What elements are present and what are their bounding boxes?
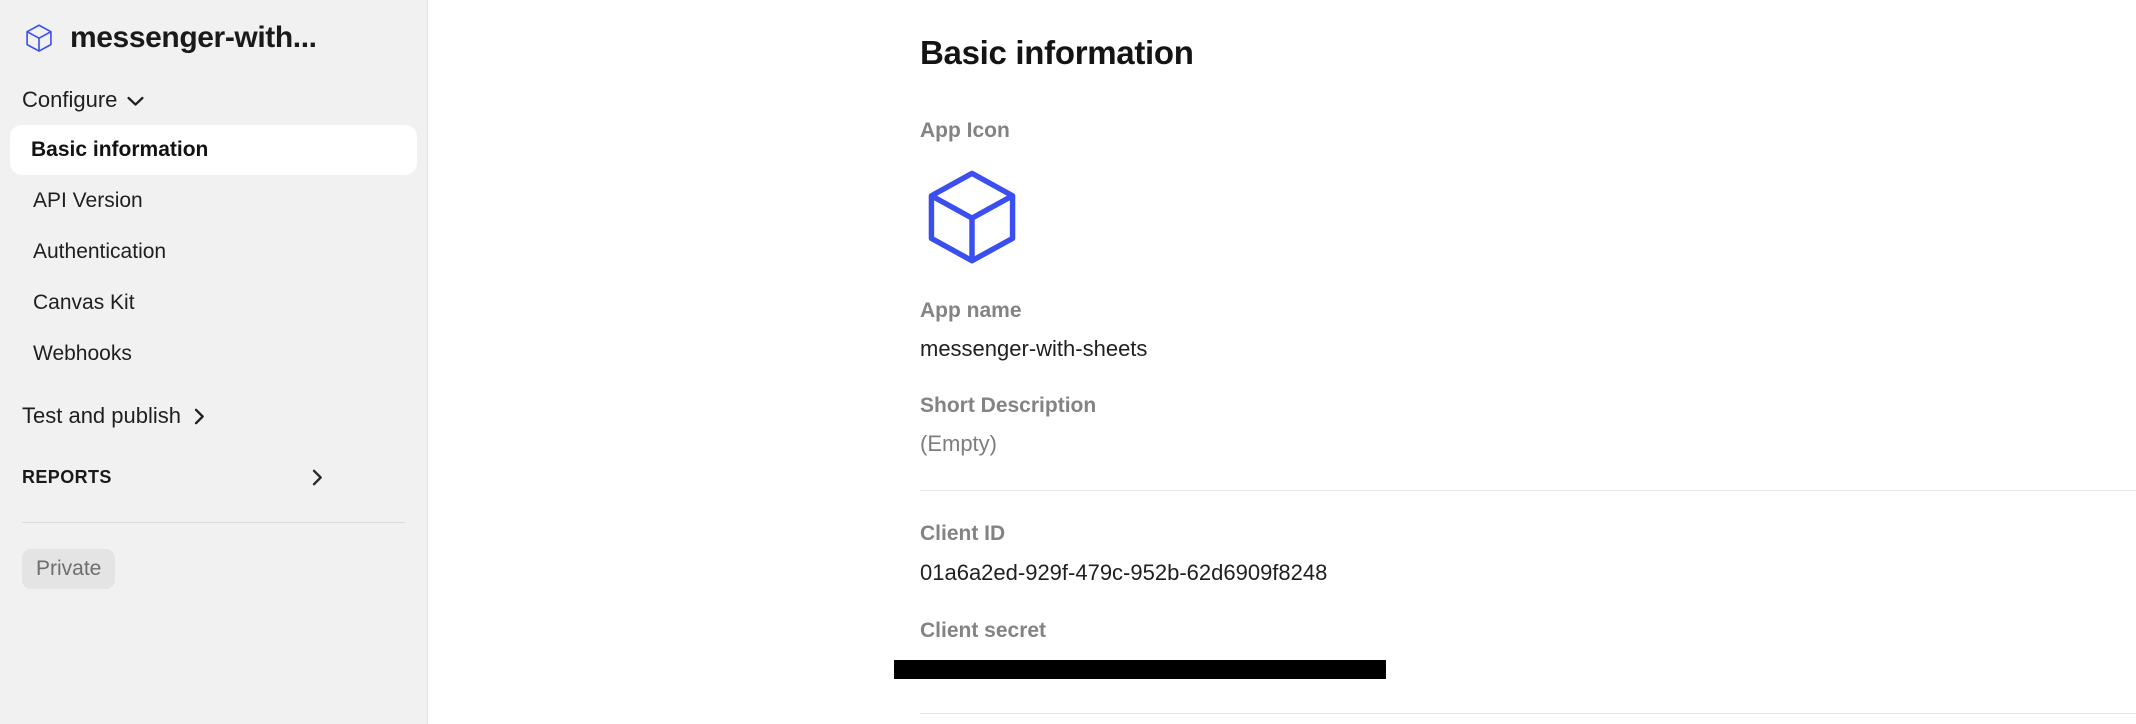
app-name-value: messenger-with-sheets	[920, 336, 1148, 361]
sidebar: messenger-with... Configure Basic inform…	[0, 0, 428, 724]
sidebar-item-label: Canvas Kit	[33, 291, 135, 314]
sidebar-item-basic-information[interactable]: Basic information	[10, 125, 417, 175]
configure-label: Configure	[22, 87, 118, 112]
short-description-value: (Empty)	[920, 431, 997, 456]
sidebar-item-label: Basic information	[31, 138, 209, 161]
sidebar-nav: Basic information API Version Authentica…	[0, 125, 427, 379]
sidebar-item-label: Webhooks	[33, 342, 132, 365]
sidebar-item-webhooks[interactable]: Webhooks	[12, 329, 417, 379]
sidebar-section-reports[interactable]: REPORTS	[0, 457, 427, 497]
sidebar-item-authentication[interactable]: Authentication	[12, 227, 417, 277]
client-id-value: 01a6a2ed-929f-479c-952b-62d6909f8248	[920, 560, 1328, 585]
sidebar-item-label: Authentication	[33, 240, 167, 263]
main-content: Basic information App Icon App name mess…	[428, 0, 2136, 724]
cube-icon	[928, 170, 1016, 264]
chevron-right-icon	[194, 408, 204, 424]
section-divider	[920, 713, 2136, 714]
page-title: Basic information	[920, 34, 1194, 71]
status-badge: Private	[22, 549, 116, 589]
sidebar-item-api-version[interactable]: API Version	[12, 176, 417, 226]
client-secret-value	[894, 655, 2136, 685]
client-secret-label: Client secret	[920, 619, 1047, 642]
chevron-right-icon	[312, 469, 322, 485]
sidebar-item-test-and-publish[interactable]: Test and publish	[0, 397, 427, 435]
reports-label: REPORTS	[22, 467, 112, 487]
app-icon-label: App Icon	[920, 119, 1010, 142]
cube-icon	[26, 24, 52, 52]
client-id-label: Client ID	[920, 522, 1006, 545]
section-divider	[920, 490, 2136, 491]
app-title: messenger-with...	[70, 21, 317, 54]
chevron-down-icon	[127, 96, 144, 106]
configure-section-toggle[interactable]: Configure	[0, 86, 427, 114]
sidebar-header: messenger-with...	[0, 0, 427, 62]
main-inner-secondary: Client ID 01a6a2ed-929f-479c-952b-62d690…	[428, 521, 2136, 685]
app-name-label: App name	[920, 299, 1022, 322]
sidebar-divider	[22, 522, 405, 523]
test-and-publish-label: Test and publish	[22, 403, 181, 428]
sidebar-item-label: API Version	[33, 189, 143, 212]
redaction-bar	[894, 660, 1386, 679]
main-inner: Basic information App Icon App name mess…	[428, 0, 2136, 458]
sidebar-item-canvas-kit[interactable]: Canvas Kit	[12, 278, 417, 328]
app-shell: messenger-with... Configure Basic inform…	[0, 0, 2136, 724]
short-description-label: Short Description	[920, 394, 1097, 417]
